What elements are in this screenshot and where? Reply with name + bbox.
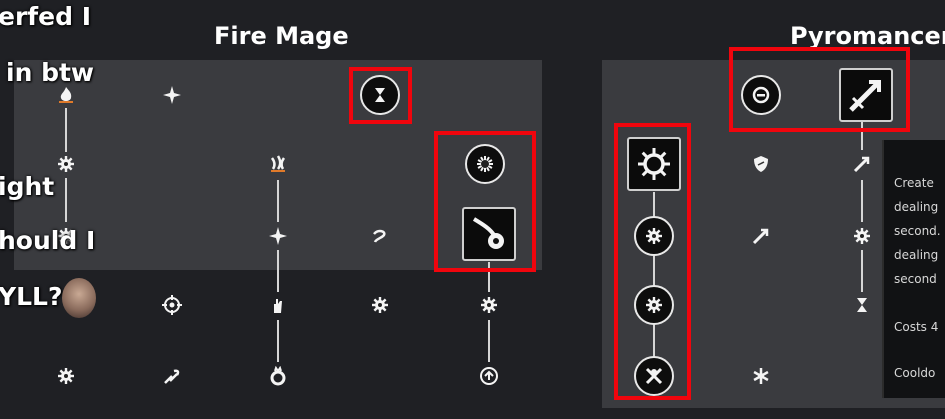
talent-node-fm-gear-1[interactable]	[50, 148, 82, 180]
highlight-box	[729, 47, 910, 132]
gear-icon	[370, 295, 390, 315]
talent-node-fm-flame-dash[interactable]	[156, 360, 188, 392]
vortex-icon	[479, 366, 499, 386]
talent-node-fm-spark-2[interactable]	[262, 220, 294, 252]
talent-node-py-snowflake[interactable]	[745, 360, 777, 392]
spark-icon	[268, 226, 288, 246]
ability-tooltip: Create dealing second. dealing second Co…	[882, 140, 945, 398]
stream-overlay-text: ight	[0, 172, 55, 201]
connector	[488, 320, 490, 362]
connector	[65, 108, 67, 152]
tooltip-line: second.	[894, 224, 941, 238]
talent-node-py-arrow-1[interactable]	[846, 148, 878, 180]
shield-icon	[751, 154, 771, 174]
talent-node-py-shield[interactable]	[745, 148, 777, 180]
target-icon	[162, 295, 182, 315]
highlight-box	[349, 67, 412, 124]
connector	[65, 178, 67, 222]
fire-arrow-icon	[852, 154, 872, 174]
fire-ring-icon	[268, 366, 288, 386]
triple-flame-icon	[268, 154, 288, 174]
talent-node-py-arrow-2[interactable]	[745, 220, 777, 252]
spark-icon	[162, 85, 182, 105]
gear-icon	[852, 226, 872, 246]
talent-node-fm-gear-4[interactable]	[473, 289, 505, 321]
tooltip-line: dealing	[894, 200, 939, 214]
stream-overlay-text: in btw	[6, 58, 95, 87]
talent-node-fm-target[interactable]	[156, 289, 188, 321]
hand-fire-icon	[268, 295, 288, 315]
highlight-box	[434, 131, 536, 272]
connector	[277, 180, 279, 222]
hourglass-icon	[852, 295, 872, 315]
connector	[277, 250, 279, 292]
tooltip-line: Cooldo	[894, 366, 936, 380]
tooltip-line: Create	[894, 176, 934, 190]
connector	[861, 250, 863, 292]
talent-node-py-hourglass[interactable]	[846, 289, 878, 321]
connector	[861, 180, 863, 222]
fire-mage-title: Fire Mage	[214, 22, 349, 50]
stream-overlay-text: YLL?	[0, 282, 63, 311]
talent-node-fm-vortex[interactable]	[473, 360, 505, 392]
tooltip-line: second	[894, 272, 937, 286]
tooltip-line: Costs 4	[894, 320, 939, 334]
talent-node-fm-gear-5[interactable]	[50, 360, 82, 392]
flame-dash-icon	[162, 366, 182, 386]
gear-icon	[56, 366, 76, 386]
talent-node-py-gear-2[interactable]	[846, 220, 878, 252]
highlight-box	[614, 123, 691, 400]
fireburst-icon	[56, 85, 76, 105]
stream-overlay-text: hould I	[0, 226, 96, 255]
talent-node-fm-hand-fire[interactable]	[262, 289, 294, 321]
talent-node-fm-swirl[interactable]	[364, 220, 396, 252]
fire-arrow-icon	[751, 226, 771, 246]
streamer-avatar	[62, 278, 96, 318]
talent-node-fm-triple-flame[interactable]	[262, 148, 294, 180]
talent-node-fm-fire-ring[interactable]	[262, 360, 294, 392]
connector	[277, 320, 279, 362]
swirl-icon	[370, 226, 390, 246]
stream-overlay-text: erfed I	[0, 2, 92, 31]
snowflake-gear-icon	[751, 366, 771, 386]
gear-icon	[479, 295, 499, 315]
gear-icon	[56, 154, 76, 174]
pyromancer-title: Pyromancer	[790, 22, 945, 50]
tooltip-line: dealing	[894, 248, 939, 262]
talent-node-fm-spark-1[interactable]	[156, 79, 188, 111]
talent-node-fm-gear-3[interactable]	[364, 289, 396, 321]
